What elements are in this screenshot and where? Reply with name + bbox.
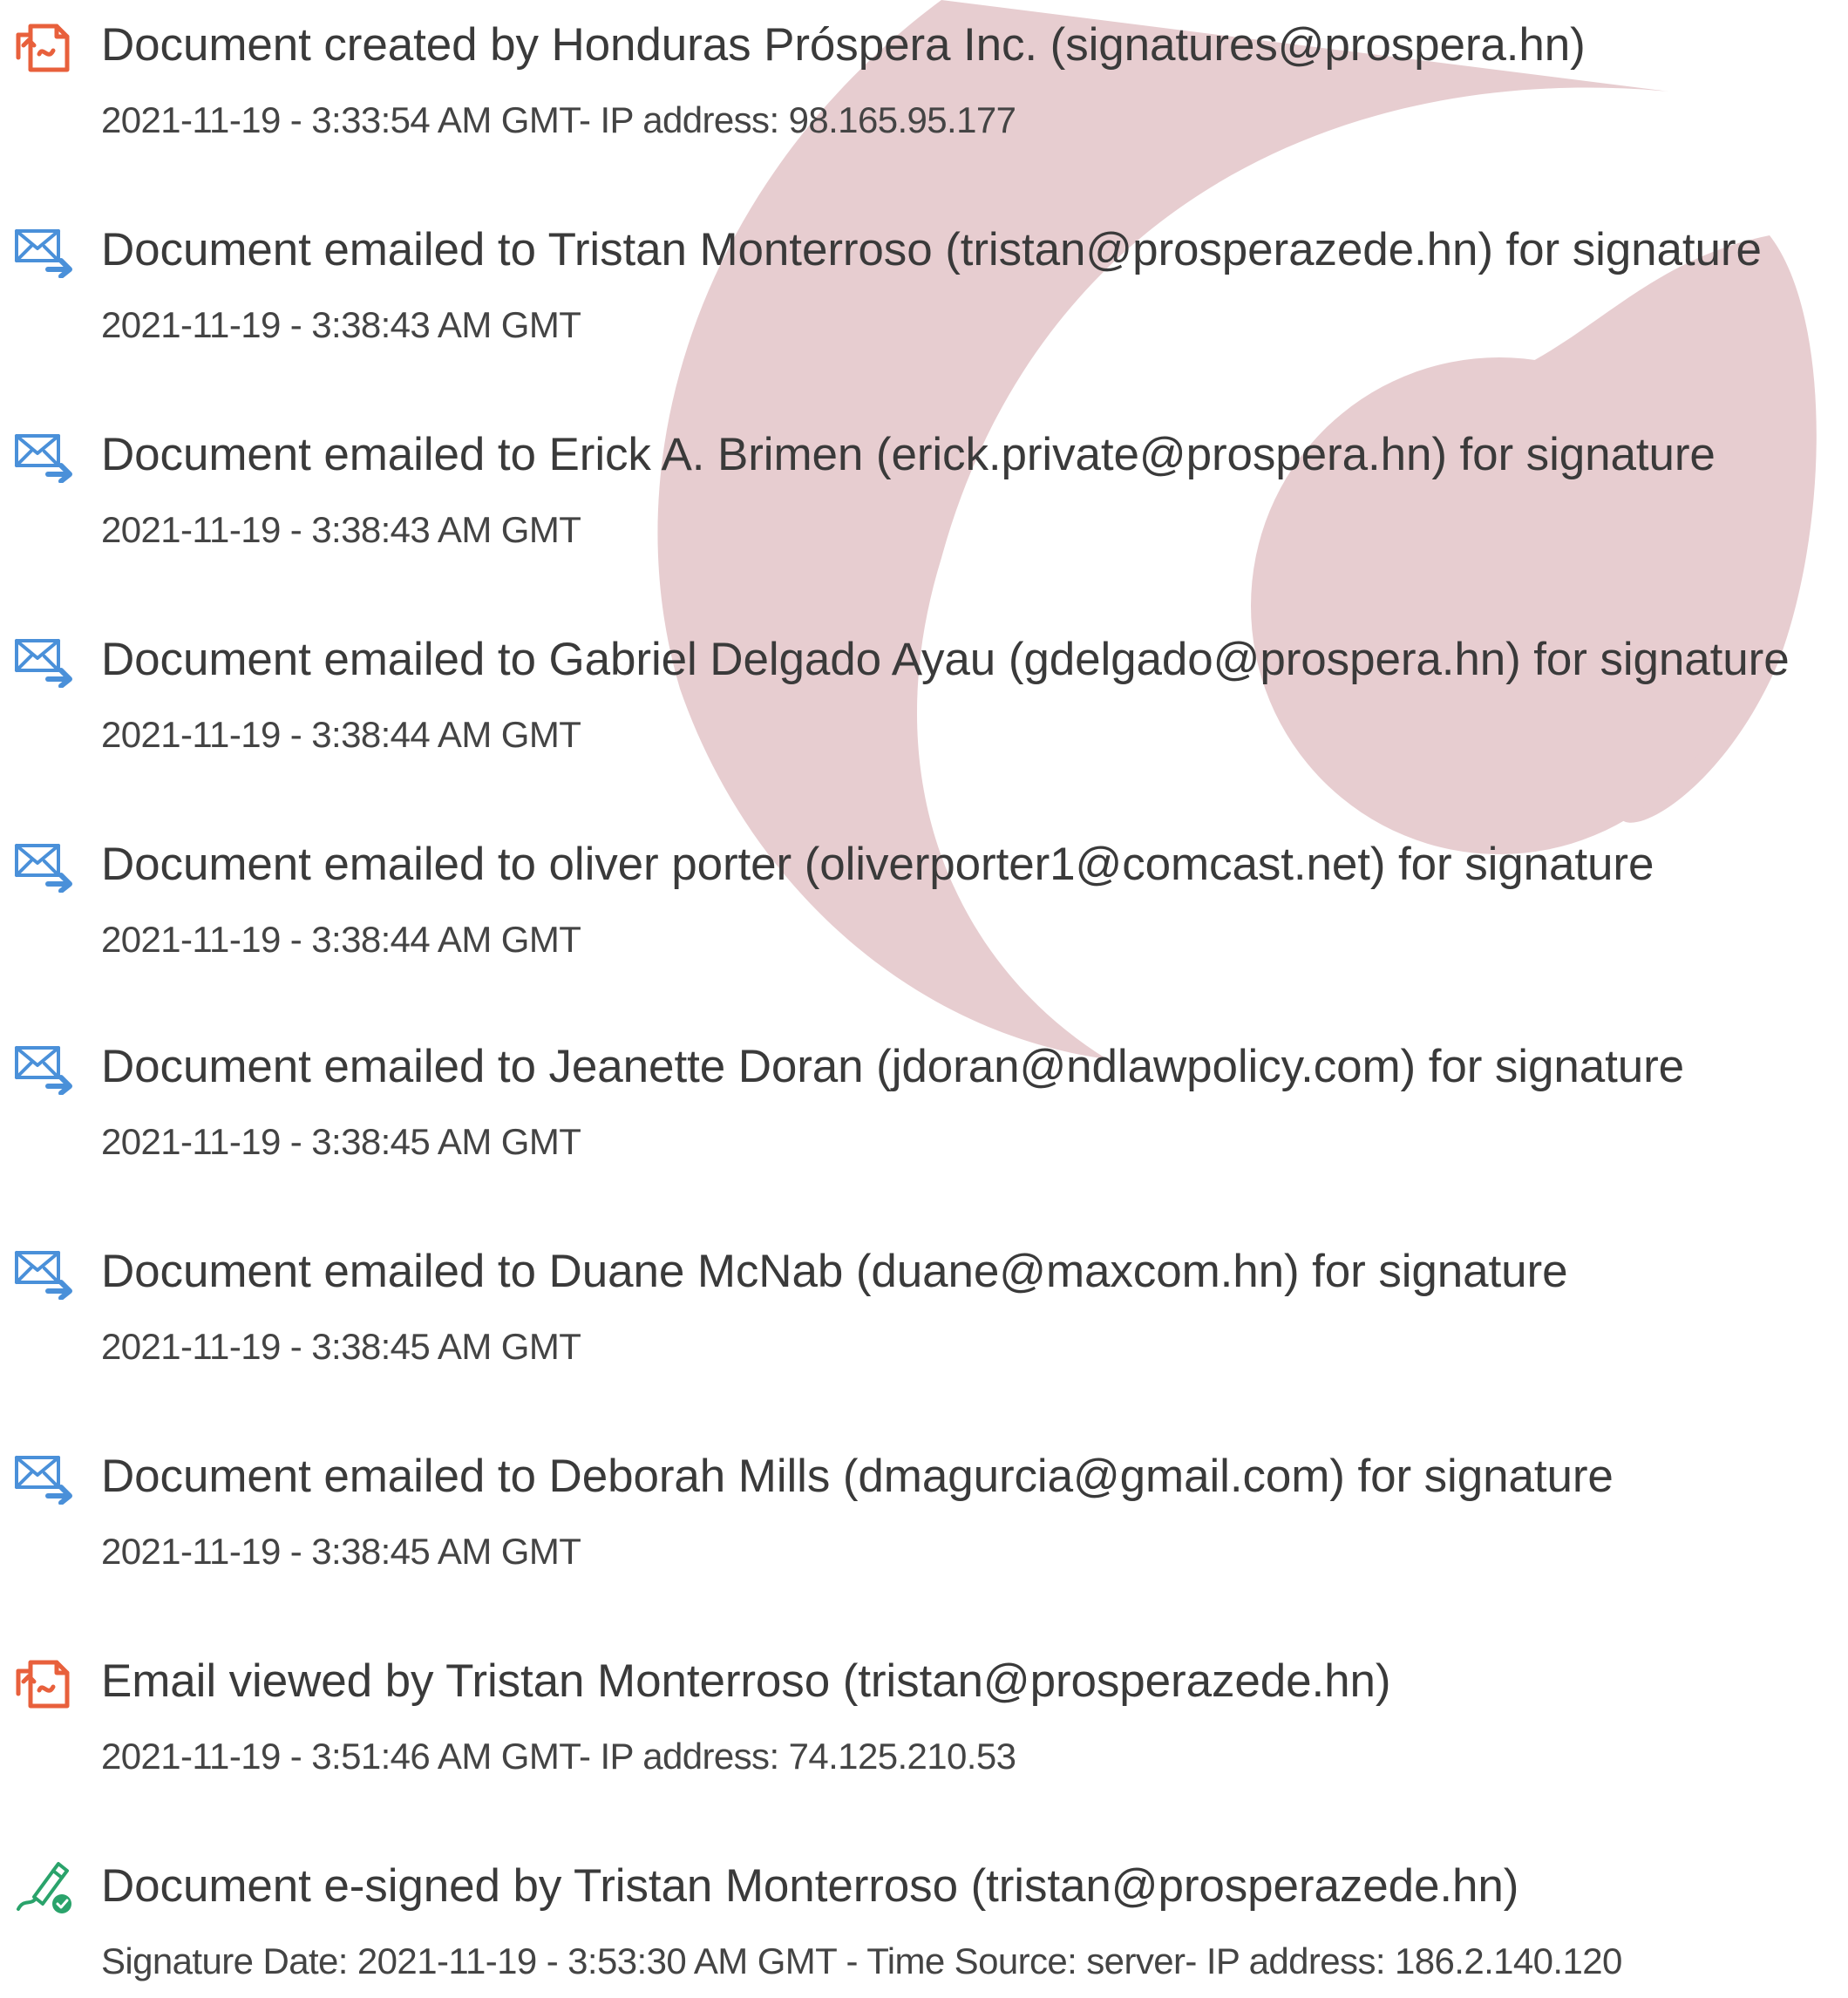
document-created-icon (13, 19, 74, 73)
event-title: Document emailed to Tristan Monterroso (… (101, 224, 1762, 275)
e-signed-icon (13, 1860, 74, 1914)
email-sent-icon (13, 634, 74, 688)
event-title: Document created by Honduras Próspera In… (101, 19, 1586, 71)
email-sent-icon (13, 1246, 74, 1300)
audit-event: Document emailed to Tristan Monterroso (… (0, 205, 1848, 362)
email-sent-icon (13, 429, 74, 483)
email-sent-icon (13, 1041, 74, 1095)
audit-event: Email viewed by Tristan Monterroso (tris… (0, 1636, 1848, 1793)
audit-event: Document e-signed by Tristan Monterroso … (0, 1841, 1848, 1998)
event-title: Document emailed to Gabriel Delgado Ayau… (101, 634, 1790, 685)
event-detail: 2021-11-19 - 3:38:45 AM GMT (101, 1121, 581, 1162)
event-title: Document emailed to oliver porter (olive… (101, 839, 1654, 890)
event-title: Document emailed to Duane McNab (duane@m… (101, 1246, 1568, 1297)
event-detail: 2021-11-19 - 3:38:43 AM GMT (101, 304, 581, 345)
event-title: Document emailed to Erick A. Brimen (eri… (101, 429, 1716, 480)
event-detail: 2021-11-19 - 3:38:45 AM GMT (101, 1531, 581, 1572)
audit-event: Document created by Honduras Próspera In… (0, 0, 1848, 157)
audit-event: Document emailed to Jeanette Doran (jdor… (0, 1022, 1848, 1179)
email-sent-icon (13, 1451, 74, 1505)
email-sent-icon (13, 224, 74, 278)
event-title: Document emailed to Jeanette Doran (jdor… (101, 1041, 1685, 1092)
event-title: Document e-signed by Tristan Monterroso … (101, 1860, 1519, 1912)
event-title: Document emailed to Deborah Mills (dmagu… (101, 1451, 1614, 1502)
event-detail: 2021-11-19 - 3:51:46 AM GMT- IP address:… (101, 1736, 1016, 1777)
event-detail: 2021-11-19 - 3:38:44 AM GMT (101, 714, 581, 755)
email-sent-icon (13, 839, 74, 893)
audit-event: Document emailed to Erick A. Brimen (eri… (0, 410, 1848, 567)
event-detail: 2021-11-19 - 3:38:45 AM GMT (101, 1326, 581, 1367)
document-created-icon (13, 1655, 74, 1709)
event-detail: 2021-11-19 - 3:38:43 AM GMT (101, 509, 581, 550)
audit-event: Document emailed to Duane McNab (duane@m… (0, 1227, 1848, 1383)
event-detail: Signature Date: 2021-11-19 - 3:53:30 AM … (101, 1940, 1622, 1981)
event-detail: 2021-11-19 - 3:33:54 AM GMT- IP address:… (101, 99, 1016, 140)
audit-event: Document emailed to Gabriel Delgado Ayau… (0, 615, 1848, 771)
audit-event: Document emailed to oliver porter (olive… (0, 819, 1848, 976)
event-title: Email viewed by Tristan Monterroso (tris… (101, 1655, 1391, 1707)
event-detail: 2021-11-19 - 3:38:44 AM GMT (101, 919, 581, 960)
audit-event: Document emailed to Deborah Mills (dmagu… (0, 1431, 1848, 1588)
